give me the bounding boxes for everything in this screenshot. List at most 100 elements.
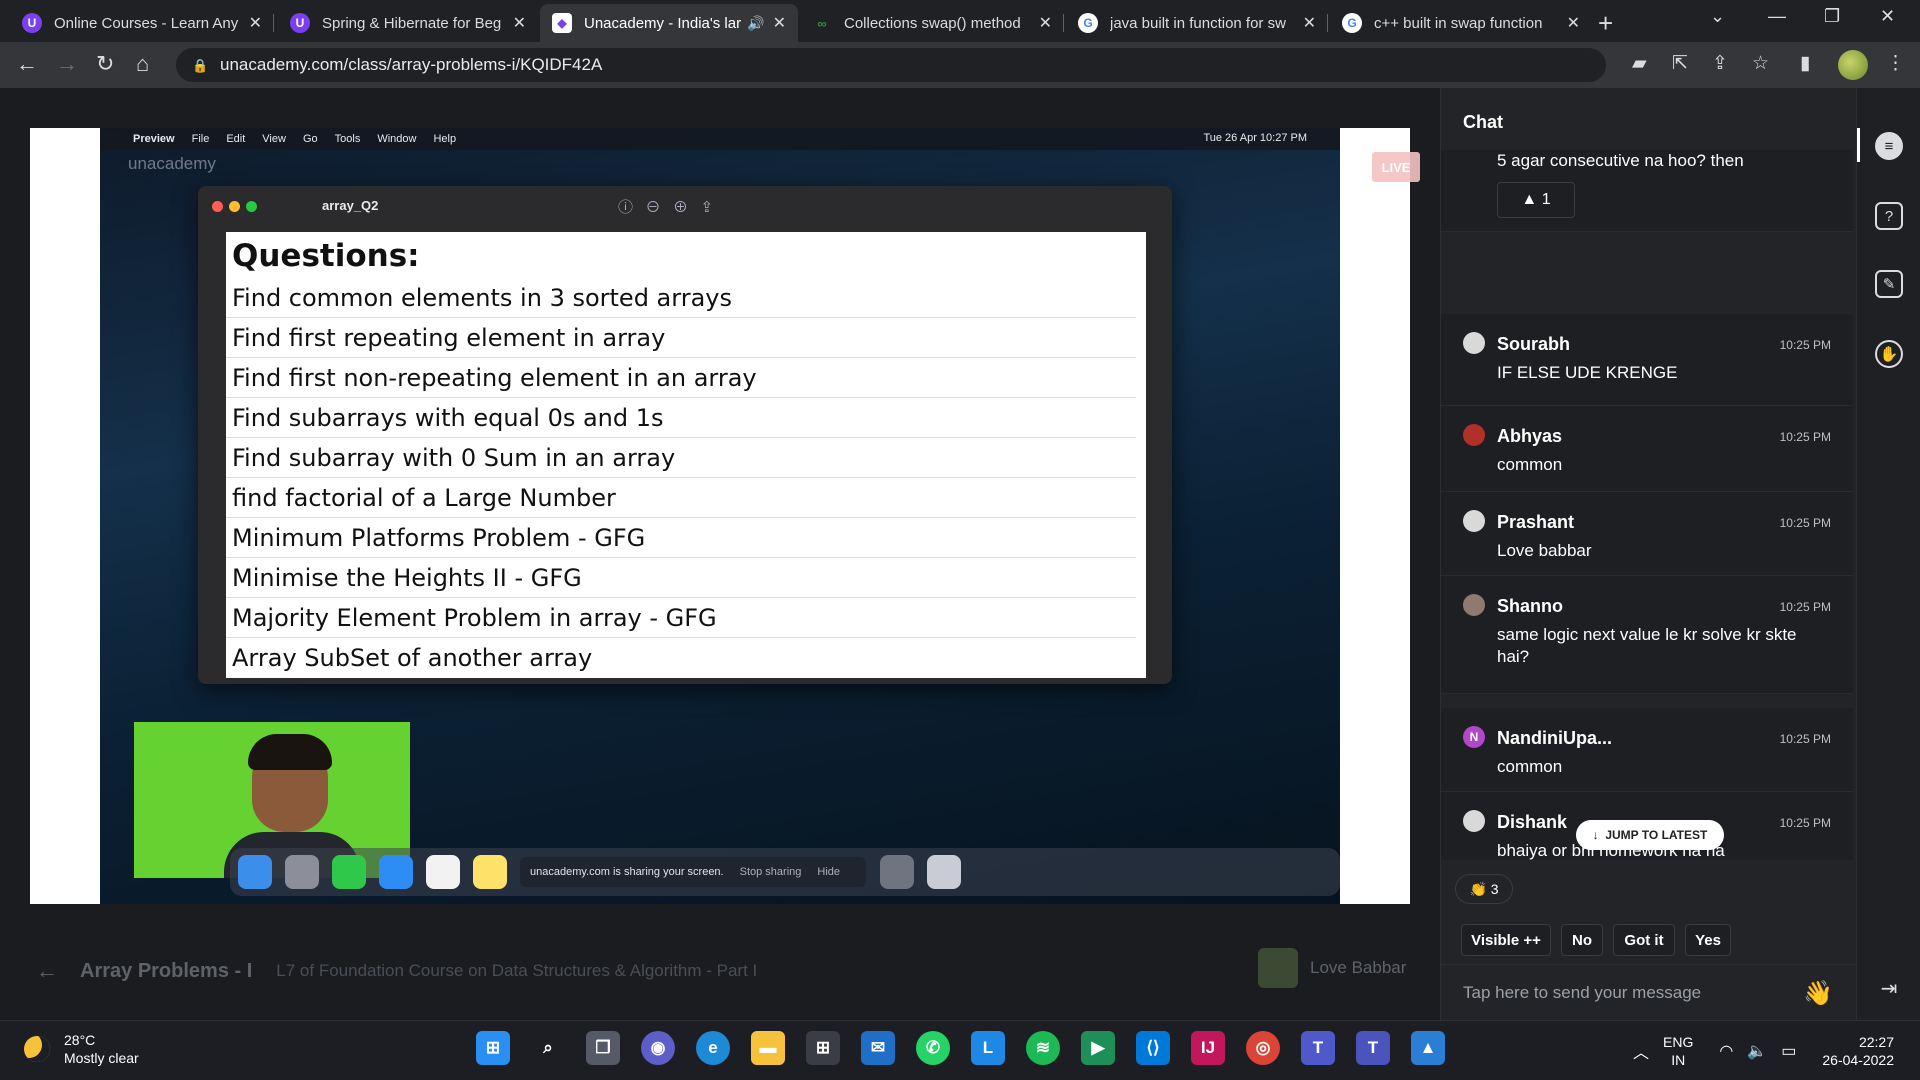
chrome-icon[interactable]: ◎	[1246, 1031, 1280, 1065]
mac-dock: unacademy.com is sharing your screen. St…	[230, 848, 1340, 896]
menu-kebab-icon[interactable]: ⋮	[1886, 52, 1905, 75]
question-item: Find first non-repeating element in an a…	[226, 358, 1136, 398]
chat-icon[interactable]: ≡	[1875, 132, 1903, 160]
bookmark-star-icon[interactable]: ☆	[1752, 52, 1769, 75]
educator-info[interactable]: Love Babbar	[1258, 948, 1406, 988]
weather-widget[interactable]: 28°C Mostly clear	[24, 1031, 139, 1067]
whatsapp-icon[interactable]: ✆	[916, 1031, 950, 1065]
side-panel-icon[interactable]: ▮	[1800, 52, 1810, 75]
tab-search-icon[interactable]: ⌄	[1710, 6, 1725, 27]
close-tab-icon[interactable]: ✕	[249, 13, 262, 33]
upvote-button[interactable]: ▲ 1	[1497, 182, 1575, 218]
quick-reply-got-it[interactable]: Got it	[1613, 924, 1675, 956]
video-player[interactable]: Preview File Edit View Go Tools Window H…	[30, 128, 1420, 904]
close-dot-icon	[212, 200, 223, 212]
message-text: 5 agar consecutive na hoo? then	[1497, 151, 1744, 170]
restore-icon[interactable]: ❐	[1824, 6, 1840, 27]
battery-icon[interactable]: ▭	[1781, 1041, 1796, 1061]
question-item: Majority Element Problem in array - GFG	[226, 598, 1136, 638]
jump-to-latest-button[interactable]: ↓ JUMP TO LATEST	[1576, 820, 1724, 850]
shared-screen: Preview File Edit View Go Tools Window H…	[100, 128, 1340, 904]
lock-icon[interactable]: 🔒	[192, 58, 208, 73]
question-item: Find first repeating element in array	[226, 318, 1136, 358]
tab-cpp-swap[interactable]: G c++ built in swap function ✕	[1330, 4, 1592, 42]
new-tab-icon[interactable]: +	[1598, 8, 1613, 39]
vscode-icon[interactable]: ⟨⟩	[1136, 1031, 1170, 1065]
chat-message: N NandiniUpa... 10:25 PM common	[1441, 708, 1853, 792]
intellij-icon[interactable]: IJ	[1191, 1031, 1225, 1065]
quick-reply-visible[interactable]: Visible ++	[1461, 924, 1551, 956]
close-tab-icon[interactable]: ✕	[1567, 13, 1580, 33]
weather-condition: Mostly clear	[64, 1050, 139, 1066]
hide-button: Hide	[817, 866, 840, 878]
reaction-chip[interactable]: 👏 3	[1455, 874, 1513, 904]
tab-collections-swap[interactable]: ∞ Collections swap() method ✕	[800, 4, 1064, 42]
share-icon[interactable]: ⇪	[1712, 52, 1728, 75]
camera-icon[interactable]: ▰	[1632, 52, 1647, 75]
home-icon[interactable]: ⌂	[136, 51, 149, 77]
message-time: 10:25 PM	[1779, 516, 1831, 530]
close-tab-icon[interactable]: ✕	[513, 13, 526, 33]
mail-icon[interactable]: ✉	[861, 1031, 895, 1065]
sublime-icon[interactable]: ▶	[1081, 1031, 1115, 1065]
speaker-icon[interactable]: 🔊	[747, 15, 764, 32]
back-icon[interactable]: ←	[16, 51, 38, 77]
exit-class-icon[interactable]: ⇥	[1875, 974, 1903, 1002]
clap-icon: 👏	[1469, 880, 1491, 897]
close-window-icon[interactable]: ✕	[1880, 6, 1895, 27]
teams-classic-icon[interactable]: T	[1356, 1031, 1390, 1065]
preview-window-title: array_Q2	[322, 198, 379, 213]
minimize-icon[interactable]: —	[1768, 6, 1786, 27]
open-external-icon[interactable]: ⇱	[1672, 52, 1688, 75]
chevron-up-icon[interactable]: ︿	[1633, 1039, 1649, 1063]
close-tab-icon[interactable]: ✕	[773, 13, 786, 33]
edge-icon[interactable]: e	[696, 1031, 730, 1065]
chat-message-list[interactable]: 5 agar consecutive na hoo? then ▲ 1 Sour…	[1441, 150, 1857, 860]
close-tab-icon[interactable]: ✕	[1039, 13, 1052, 33]
chat-message: Sourabh 10:25 PM IF ELSE UDE KRENGE	[1441, 314, 1853, 406]
teams-icon[interactable]: T	[1301, 1031, 1335, 1065]
close-tab-icon[interactable]: ✕	[1303, 13, 1316, 33]
chat-input-area: 👋	[1441, 964, 1857, 1020]
profile-avatar[interactable]	[1838, 50, 1868, 80]
message-time: 10:25 PM	[1779, 600, 1831, 614]
photos-icon[interactable]: ▲	[1411, 1031, 1445, 1065]
tab-online-courses[interactable]: U Online Courses - Learn Any ✕	[10, 4, 274, 42]
address-bar[interactable]: 🔒 unacademy.com/class/array-problems-i/K…	[176, 48, 1606, 82]
store-icon[interactable]: ⊞	[806, 1031, 840, 1065]
forward-icon[interactable]: →	[56, 51, 78, 77]
unacademy-icon: U	[290, 13, 310, 33]
tab-java-swap[interactable]: G java built in function for sw ✕	[1066, 4, 1328, 42]
message-time: 10:25 PM	[1779, 732, 1831, 746]
reload-icon[interactable]: ↻	[96, 51, 114, 77]
spotify-icon[interactable]: ≋	[1026, 1031, 1060, 1065]
raise-hand-icon[interactable]: ✋	[1875, 340, 1903, 368]
volume-icon[interactable]: 🔈	[1747, 1041, 1767, 1061]
tab-unacademy-active[interactable]: ◆ Unacademy - India's lar 🔊 ✕	[540, 4, 798, 42]
user-avatar: N	[1463, 726, 1485, 748]
quick-reply-yes[interactable]: Yes	[1685, 924, 1731, 956]
system-clock[interactable]: 22:27 26-04-2022	[1822, 1033, 1894, 1069]
doubt-question-icon[interactable]: ?	[1875, 202, 1903, 230]
browser-tab-bar: U Online Courses - Learn Any ✕ U Spring …	[0, 0, 1920, 42]
l-app-icon[interactable]: L	[971, 1031, 1005, 1065]
tab-spring-hibernate[interactable]: U Spring & Hibernate for Beg ✕	[278, 4, 538, 42]
language-indicator[interactable]: ENG IN	[1663, 1033, 1693, 1069]
mac-app-name: Preview	[133, 133, 175, 145]
back-arrow-icon[interactable]: ←	[36, 958, 58, 984]
quick-reply-no[interactable]: No	[1561, 924, 1603, 956]
unacademy-icon: U	[22, 13, 42, 33]
mac-menu-view: View	[262, 133, 286, 145]
file-explorer-icon[interactable]: ▬	[751, 1031, 785, 1065]
class-info-bar: ← Array Problems - I L7 of Foundation Co…	[36, 948, 1416, 994]
task-view-icon[interactable]: ❐	[586, 1031, 620, 1065]
chat-message-input[interactable]	[1463, 982, 1793, 1003]
notes-icon[interactable]: ✎	[1875, 270, 1903, 298]
user-avatar	[1463, 510, 1485, 532]
gfg-icon: ∞	[817, 15, 827, 31]
search-icon[interactable]: ⌕	[531, 1031, 565, 1065]
wave-hand-icon[interactable]: 👋	[1803, 979, 1833, 1008]
wifi-icon[interactable]: ◠	[1719, 1041, 1733, 1061]
chat-app-icon[interactable]: ◉	[641, 1031, 675, 1065]
windows-start-icon[interactable]: ⊞	[476, 1031, 510, 1065]
